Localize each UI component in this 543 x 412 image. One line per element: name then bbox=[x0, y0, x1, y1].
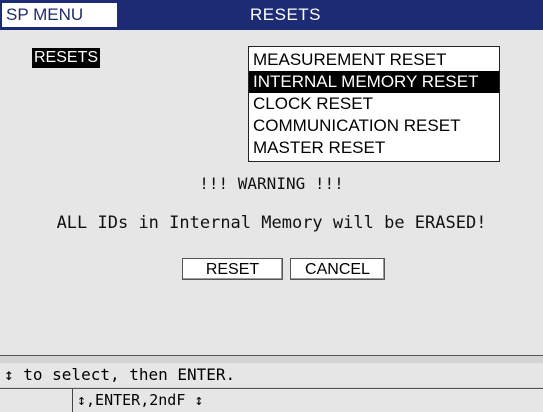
divider bbox=[0, 355, 543, 356]
sp-menu-tab[interactable]: SP MENU bbox=[2, 3, 117, 27]
list-item-internal-memory-reset[interactable]: INTERNAL MEMORY RESET bbox=[249, 71, 499, 93]
function-keys-bar: ↕,ENTER,2ndF ↕ bbox=[0, 389, 543, 412]
warning-message: ALL IDs in Internal Memory will be ERASE… bbox=[56, 213, 487, 233]
section-label: RESETS bbox=[32, 48, 101, 68]
status-hint: ↕ to select, then ENTER. bbox=[0, 363, 543, 387]
warning-title: !!! WARNING !!! bbox=[199, 174, 344, 193]
list-item-communication-reset[interactable]: COMMUNICATION RESET bbox=[249, 115, 499, 137]
cancel-button[interactable]: CANCEL bbox=[290, 258, 385, 280]
page-title: RESETS bbox=[250, 5, 322, 24]
title-bar: SP MENU RESETS bbox=[0, 0, 543, 30]
function-keys-hint: ↕,ENTER,2ndF ↕ bbox=[72, 389, 543, 412]
list-item-measurement-reset[interactable]: MEASUREMENT RESET bbox=[249, 49, 499, 71]
list-item-clock-reset[interactable]: CLOCK RESET bbox=[249, 93, 499, 115]
reset-listbox[interactable]: MEASUREMENT RESET INTERNAL MEMORY RESET … bbox=[248, 46, 500, 162]
resets-panel: RESETS MEASUREMENT RESET INTERNAL MEMORY… bbox=[0, 30, 543, 355]
list-item-master-reset[interactable]: MASTER RESET bbox=[249, 137, 499, 159]
reset-button[interactable]: RESET bbox=[182, 258, 283, 280]
